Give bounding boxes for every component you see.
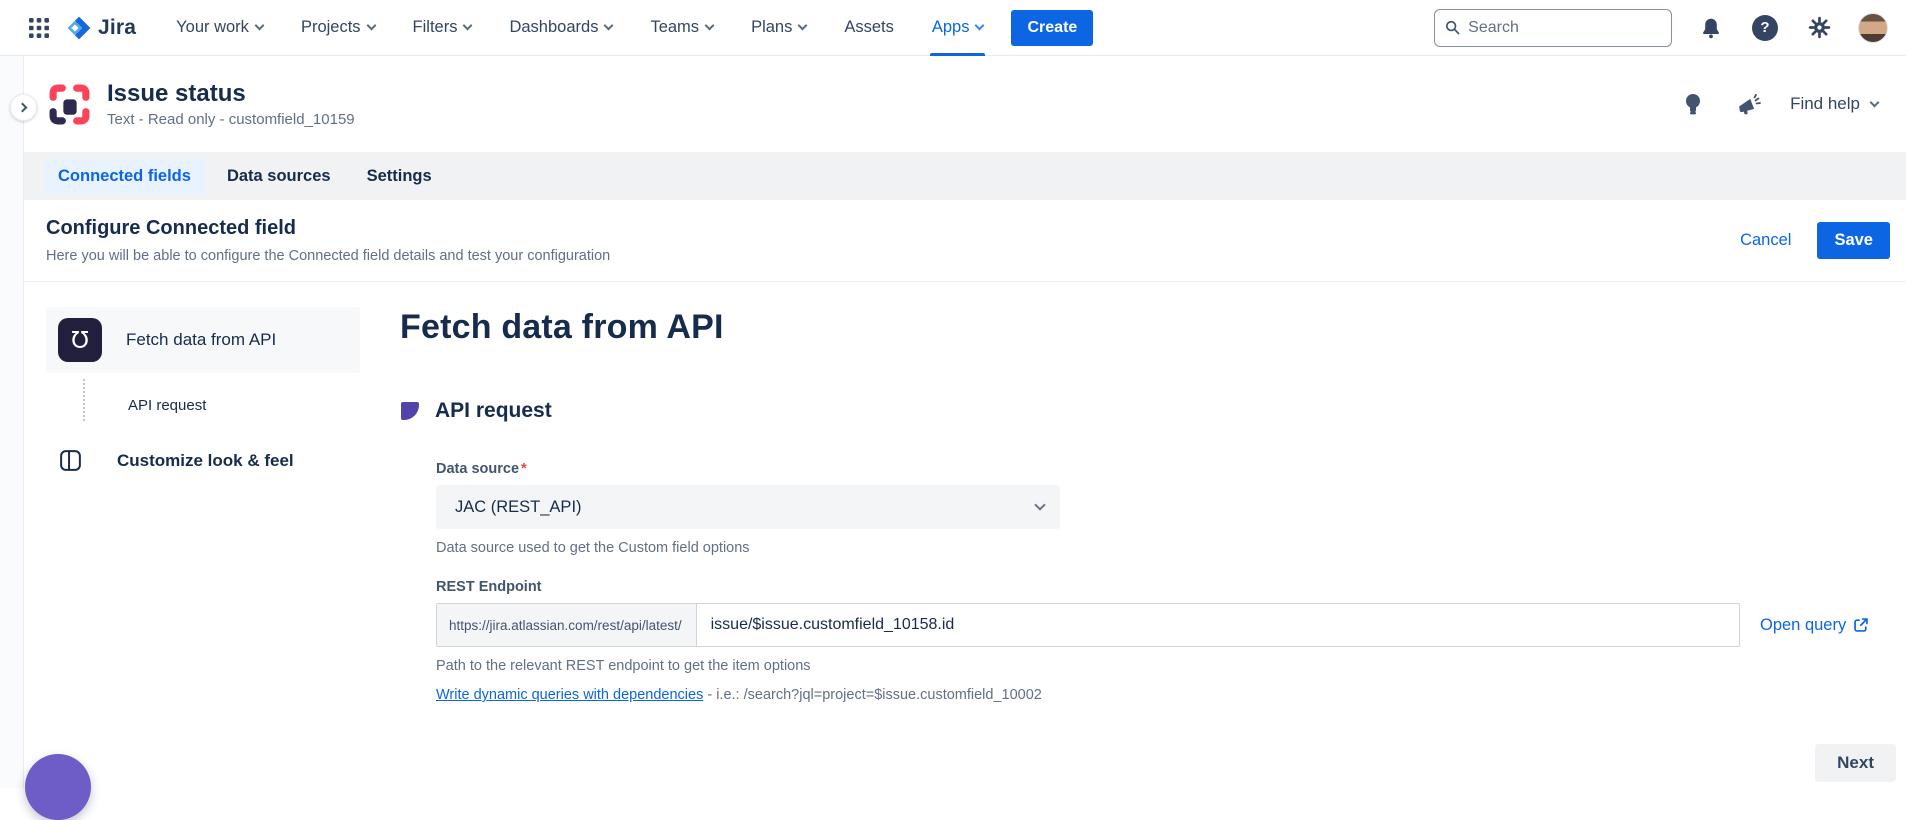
nav-item-projects[interactable]: Projects — [301, 0, 375, 56]
top-navigation: Jira Your work Projects Filters Dashboar… — [0, 0, 1906, 56]
chevron-down-icon — [1034, 499, 1045, 510]
nav-item-your-work[interactable]: Your work — [176, 0, 263, 56]
open-query-link[interactable]: Open query — [1760, 616, 1869, 635]
megaphone-feedback-icon[interactable] — [1734, 89, 1764, 119]
tab-data-sources[interactable]: Data sources — [213, 159, 345, 194]
search-input[interactable] — [1468, 19, 1661, 37]
chevron-down-icon — [254, 21, 264, 31]
step-label: Customize look & feel — [117, 451, 294, 471]
find-help-dropdown[interactable]: Find help — [1790, 94, 1878, 114]
chevron-down-icon — [463, 21, 473, 31]
jira-logo-icon — [66, 15, 92, 41]
create-button[interactable]: Create — [1011, 10, 1093, 46]
save-button[interactable]: Save — [1817, 222, 1890, 259]
main-panel: Fetch data from API API request Data sou… — [400, 282, 1906, 703]
tab-strip: Connected fields Data sources Settings — [24, 152, 1906, 200]
nav-item-plans[interactable]: Plans — [751, 0, 806, 56]
configure-header: Configure Connected field Here you will … — [24, 200, 1906, 282]
data-source-value: JAC (REST_API) — [455, 498, 582, 517]
search-icon — [1445, 19, 1460, 36]
endpoint-path-input[interactable] — [697, 604, 1739, 646]
section-title: API request — [435, 399, 552, 423]
nav-menu: Your work Projects Filters Dashboards Te… — [176, 0, 983, 56]
chevron-down-icon — [975, 21, 985, 31]
rest-endpoint-label: REST Endpoint — [436, 579, 1906, 595]
external-link-icon — [1853, 617, 1869, 633]
layout-icon — [58, 448, 83, 473]
nav-item-apps[interactable]: Apps — [932, 0, 984, 56]
required-asterisk: * — [521, 461, 527, 477]
dynamic-queries-example: - i.e.: /search?jql=project=$issue.custo… — [703, 687, 1042, 703]
nav-item-assets[interactable]: Assets — [844, 0, 894, 56]
lightbulb-icon[interactable] — [1678, 89, 1708, 119]
expand-sidebar-button[interactable] — [10, 94, 37, 121]
page-subtitle: Text - Read only - customfield_10159 — [107, 111, 355, 128]
nav-item-teams[interactable]: Teams — [650, 0, 713, 56]
page-title: Issue status — [107, 80, 355, 108]
page-header: Issue status Text - Read only - customfi… — [24, 56, 1906, 152]
user-avatar[interactable] — [1858, 13, 1888, 43]
help-icon[interactable]: ? — [1750, 13, 1780, 43]
tab-settings[interactable]: Settings — [353, 159, 446, 194]
global-search[interactable] — [1434, 9, 1672, 47]
dynamic-queries-line: Write dynamic queries with dependencies … — [436, 687, 1906, 703]
step-connector-dotted-line — [83, 379, 85, 421]
jira-logo-text: Jira — [98, 16, 136, 40]
cancel-button[interactable]: Cancel — [1740, 231, 1791, 250]
app-switcher-icon[interactable] — [22, 11, 56, 45]
chevron-down-icon — [604, 21, 614, 31]
endpoint-url-prefix: https://jira.atlassian.com/rest/api/late… — [437, 604, 697, 646]
configure-subtitle: Here you will be able to configure the C… — [46, 248, 610, 264]
chevron-down-icon — [798, 21, 808, 31]
content-area: ℧ Fetch data from API API request Custom… — [24, 282, 1906, 788]
dynamic-queries-link[interactable]: Write dynamic queries with dependencies — [436, 687, 703, 703]
rest-endpoint-helper: Path to the relevant REST endpoint to ge… — [436, 658, 1906, 674]
section-marker-icon — [401, 402, 419, 420]
settings-gear-icon[interactable] — [1804, 13, 1834, 43]
fetch-api-icon: ℧ — [58, 318, 102, 362]
nav-right-cluster: ? — [1434, 9, 1888, 47]
step-customize-look-feel[interactable]: Customize look & feel — [58, 448, 360, 473]
collapsed-sidebar-rail — [0, 56, 24, 788]
chevron-down-icon — [705, 21, 715, 31]
nav-item-dashboards[interactable]: Dashboards — [509, 0, 612, 56]
data-source-label: Data source* — [436, 461, 1906, 477]
grid-icon — [28, 17, 50, 39]
wizard-steps: ℧ Fetch data from API API request Custom… — [46, 307, 360, 473]
configure-title: Configure Connected field — [46, 217, 610, 240]
jira-logo[interactable]: Jira — [66, 15, 136, 41]
chevron-down-icon — [366, 21, 376, 31]
rest-endpoint-field: https://jira.atlassian.com/rest/api/late… — [436, 603, 1740, 647]
issue-status-app-icon — [48, 83, 91, 126]
tab-connected-fields[interactable]: Connected fields — [44, 159, 205, 194]
next-button[interactable]: Next — [1815, 744, 1896, 782]
data-source-select[interactable]: JAC (REST_API) — [436, 485, 1060, 529]
nav-item-filters[interactable]: Filters — [413, 0, 472, 56]
step-label: Fetch data from API — [126, 330, 276, 350]
substep-api-request[interactable]: API request — [128, 389, 206, 422]
step-fetch-data-from-api[interactable]: ℧ Fetch data from API — [46, 307, 360, 373]
main-heading: Fetch data from API — [400, 308, 1906, 347]
chevron-right-icon — [18, 103, 28, 113]
notifications-bell-icon[interactable] — [1696, 13, 1726, 43]
floating-action-button[interactable] — [25, 754, 91, 820]
chevron-down-icon — [1870, 97, 1880, 107]
data-source-helper: Data source used to get the Custom field… — [436, 540, 1906, 556]
